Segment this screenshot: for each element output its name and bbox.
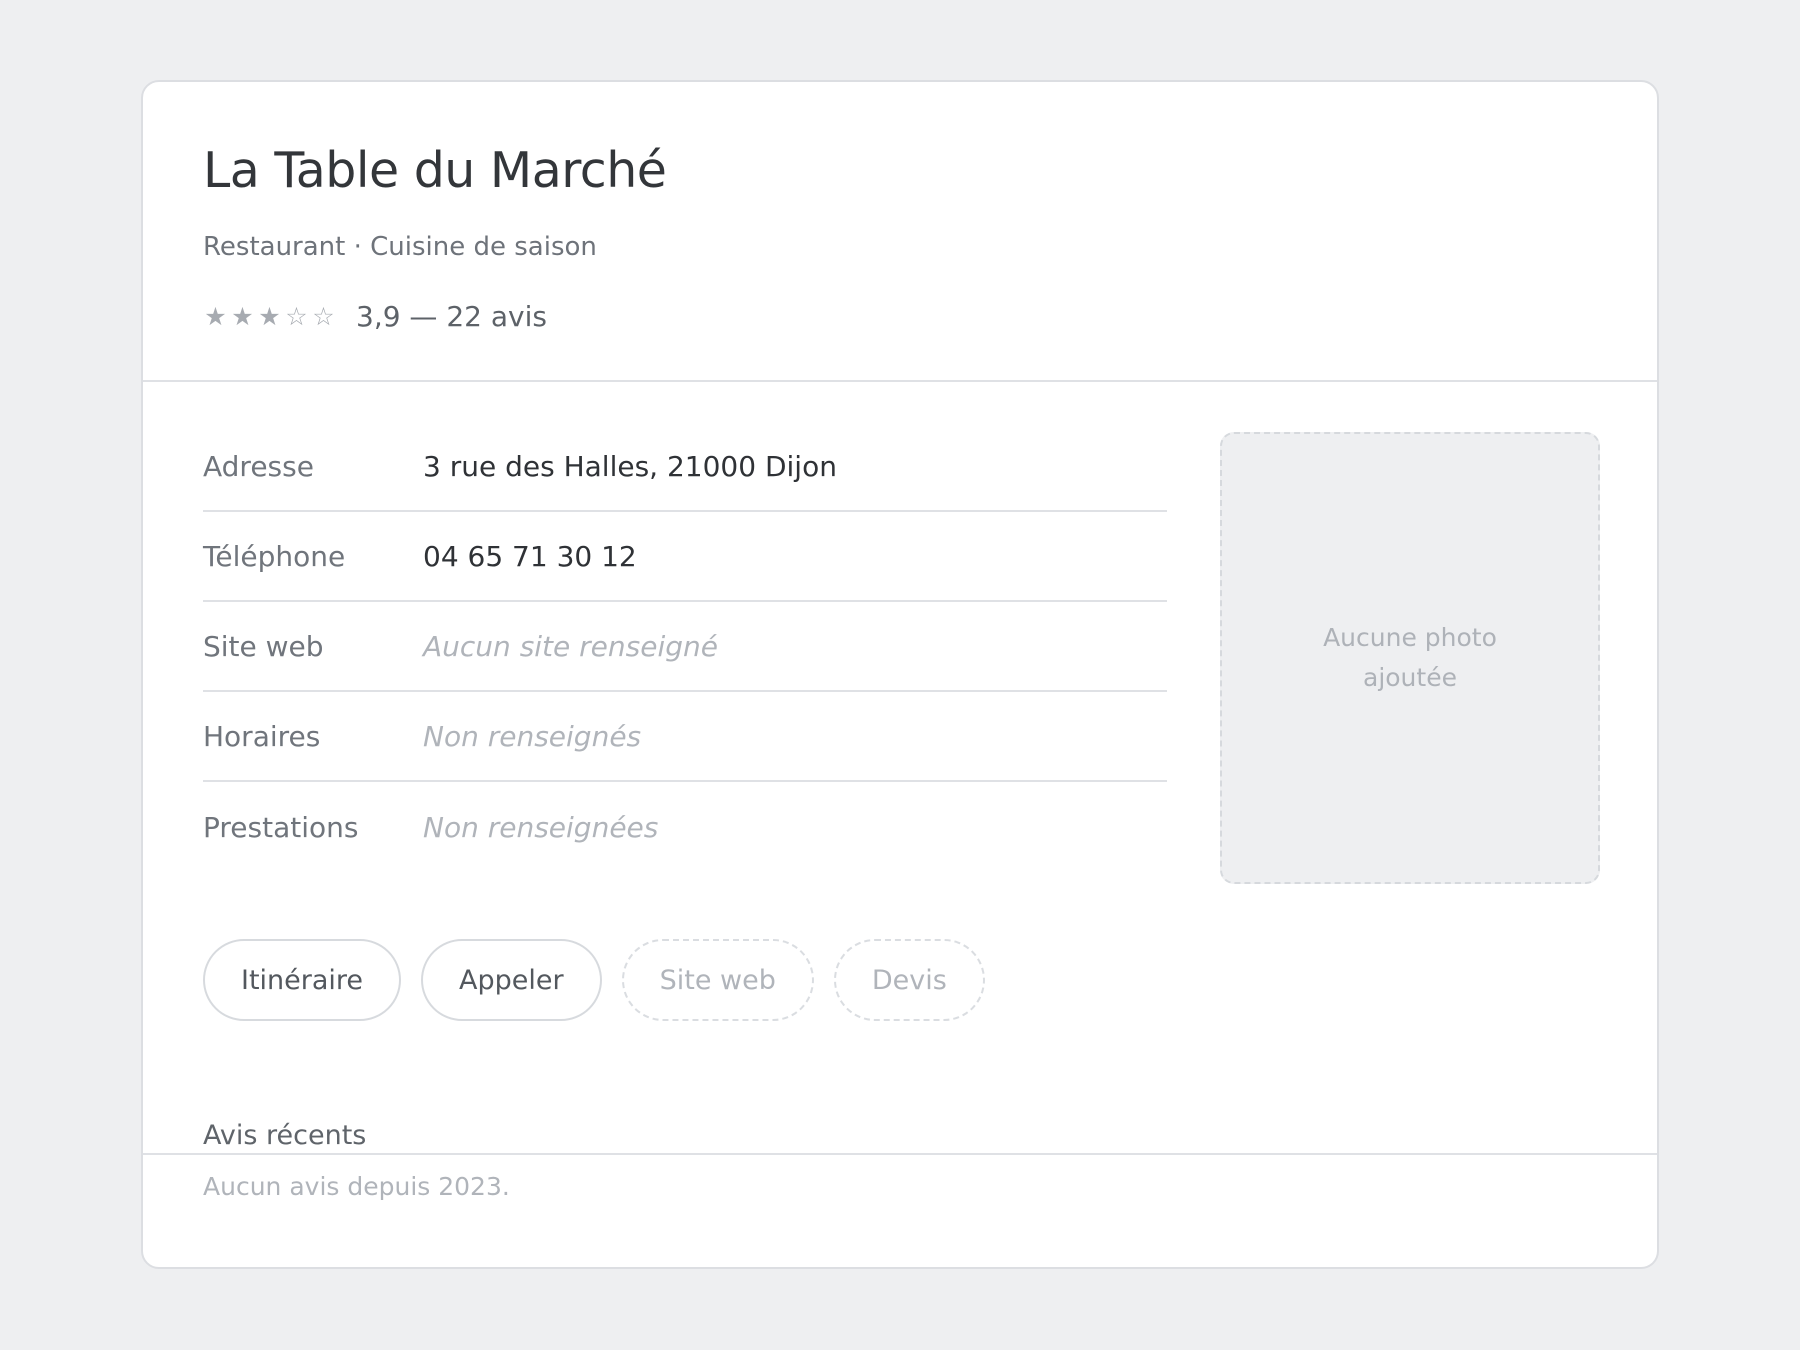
star-outline-icon: ☆ <box>285 302 310 331</box>
info-label: Site web <box>203 629 324 663</box>
photo-placeholder-text: Aucune photo ajoutée <box>1323 623 1497 692</box>
info-row-services: Prestations Non renseignées <box>203 782 1167 872</box>
info-row-hours: Horaires Non renseignés <box>203 692 1167 782</box>
business-header: La Table du Marché Restaurant · Cuisine … <box>143 82 1657 382</box>
reviews-empty-message: Aucun avis depuis 2023. <box>203 1172 510 1201</box>
star-icon: ★ <box>258 302 283 331</box>
info-label: Prestations <box>203 810 359 844</box>
reviews-title: Avis récents <box>203 1120 367 1151</box>
website-value: Aucun site renseigné <box>423 629 718 663</box>
directions-button[interactable]: Itinéraire <box>203 939 402 1021</box>
address-value: 3 rue des Halles, 21000 Dijon <box>423 449 837 483</box>
phone-value: 04 65 71 30 12 <box>423 539 637 573</box>
business-details: Adresse 3 rue des Halles, 21000 Dijon Té… <box>143 382 1657 1155</box>
info-list: Adresse 3 rue des Halles, 21000 Dijon Té… <box>203 422 1167 872</box>
hours-value: Non renseignés <box>423 719 642 753</box>
info-label: Horaires <box>203 719 321 753</box>
rating: ★ ★ ★ ☆ ☆ 3,9 — 22 avis <box>203 300 547 333</box>
star-icon: ★ <box>204 302 229 331</box>
rating-stars: ★ ★ ★ ☆ ☆ <box>203 302 338 331</box>
info-row-address: Adresse 3 rue des Halles, 21000 Dijon <box>203 422 1167 512</box>
services-value: Non renseignées <box>423 810 659 844</box>
call-button[interactable]: Appeler <box>421 939 602 1021</box>
rating-summary: 3,9 — 22 avis <box>356 300 547 333</box>
star-outline-icon: ☆ <box>312 302 337 331</box>
info-row-website: Site web Aucun site renseigné <box>203 602 1167 692</box>
business-name: La Table du Marché <box>203 142 667 199</box>
info-label: Téléphone <box>203 539 346 573</box>
website-button: Site web <box>621 939 814 1021</box>
business-category: Restaurant · Cuisine de saison <box>203 232 597 262</box>
quote-button: Devis <box>833 939 985 1021</box>
action-buttons: Itinéraire Appeler Site web Devis <box>203 939 985 1021</box>
business-card: La Table du Marché Restaurant · Cuisine … <box>141 80 1659 1269</box>
star-icon: ★ <box>231 302 256 331</box>
photo-placeholder: Aucune photo ajoutée <box>1220 432 1600 884</box>
info-row-phone: Téléphone 04 65 71 30 12 <box>203 512 1167 602</box>
info-label: Adresse <box>203 449 314 483</box>
